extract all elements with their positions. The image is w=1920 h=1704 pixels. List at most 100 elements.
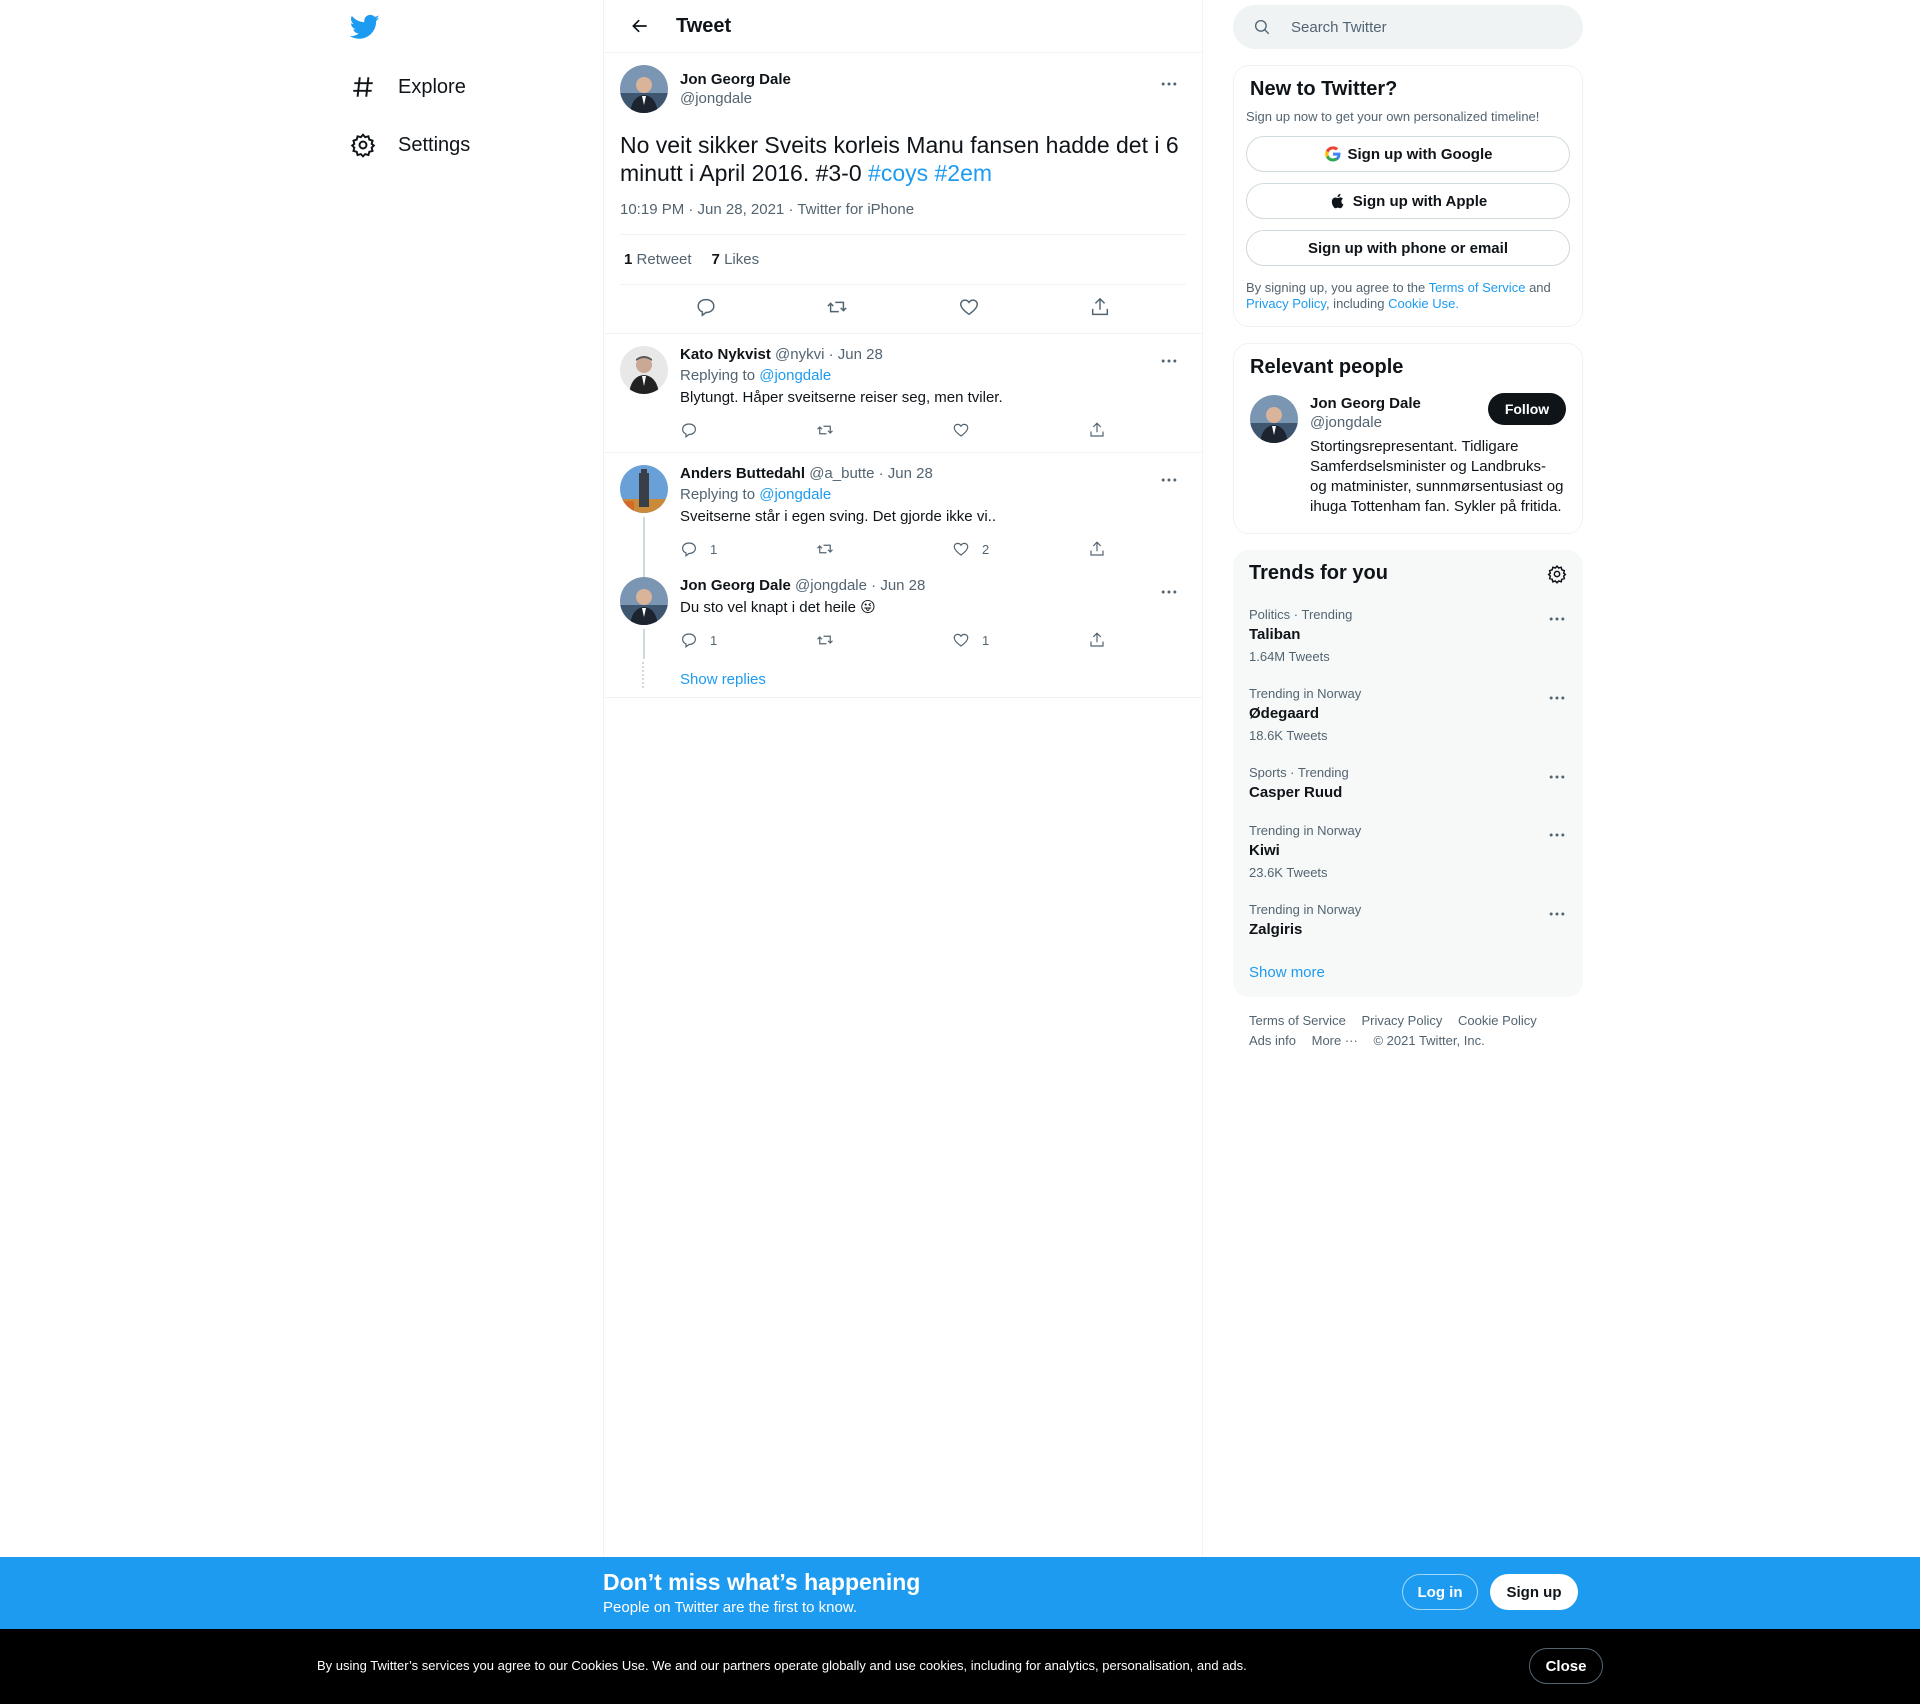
trend-meta: Trending in Norway [1249, 902, 1362, 917]
reply-date[interactable]: · Jun 28 [879, 465, 933, 482]
reply-author-handle[interactable]: @jongdale [795, 577, 867, 594]
more-options-button[interactable] [1152, 67, 1186, 101]
trends-card: Trends for you Politics · Trending Talib… [1233, 550, 1583, 997]
avatar[interactable] [620, 346, 668, 394]
like-button[interactable]: 1 [952, 631, 1088, 649]
footer-more-button[interactable]: More ··· [1312, 1033, 1358, 1048]
follow-button[interactable]: Follow [1488, 393, 1566, 425]
more-dots-icon[interactable] [1547, 688, 1567, 708]
reply-button[interactable] [695, 296, 717, 323]
more-dots-icon[interactable] [1547, 609, 1567, 629]
trend-item[interactable]: Trending in Norway Zalgiris [1233, 890, 1583, 948]
trend-name: Taliban [1249, 626, 1301, 643]
more-dots-icon[interactable] [1547, 825, 1567, 845]
replying-to-label: Replying to [680, 486, 756, 503]
tweet-actions [620, 285, 1186, 333]
author-handle[interactable]: @jongdale [680, 90, 791, 107]
signup-apple-button[interactable]: Sign up with Apple [1246, 183, 1570, 219]
reply-text: Sveitserne står i egen sving. Det gjorde… [680, 508, 996, 525]
replying-to-link[interactable]: @jongdale [759, 486, 831, 503]
nav-settings[interactable]: Settings [350, 120, 470, 170]
replying-to-link[interactable]: @jongdale [759, 367, 831, 384]
footer-terms-link[interactable]: Terms of Service [1249, 1013, 1346, 1028]
like-button[interactable] [952, 421, 1088, 439]
like-button[interactable] [958, 296, 980, 323]
reply-author-handle[interactable]: @a_butte [809, 465, 874, 482]
retweet-button[interactable] [816, 421, 952, 439]
reply-tweet[interactable]: Kato Nykvist @nykvi · Jun 28 Replying to… [604, 334, 1202, 453]
avatar[interactable] [620, 65, 668, 113]
retweet-button[interactable] [816, 540, 952, 558]
trend-item[interactable]: Trending in Norway Ødegaard 18.6K Tweets [1233, 674, 1583, 753]
footer-cookie-link[interactable]: Cookie Policy [1458, 1013, 1537, 1028]
reply-tweet[interactable]: Jon Georg Dale @jongdale · Jun 28 Du sto… [604, 571, 1202, 662]
reply-date[interactable]: · Jun 28 [829, 346, 883, 363]
retweet-button[interactable] [826, 296, 848, 323]
footer-privacy-link[interactable]: Privacy Policy [1361, 1013, 1442, 1028]
trends-settings-gear-icon[interactable] [1547, 564, 1567, 584]
nav-explore[interactable]: Explore [350, 62, 466, 112]
cookie-close-button[interactable]: Close [1529, 1648, 1603, 1684]
reply-author-handle[interactable]: @nykvi [775, 346, 824, 363]
show-replies-link[interactable]: Show replies [680, 671, 766, 688]
author-name[interactable]: Jon Georg Dale [680, 71, 791, 88]
signup-phone-button[interactable]: Sign up with phone or email [1246, 230, 1570, 266]
relevant-person[interactable]: Jon Georg Dale @jongdale Stortingsrepres… [1234, 379, 1582, 533]
avatar[interactable] [1250, 395, 1298, 443]
avatar[interactable] [620, 577, 668, 625]
more-dots-icon[interactable] [1547, 904, 1567, 924]
hashtag-link[interactable]: #coys [868, 160, 928, 186]
reply-button[interactable] [680, 421, 816, 439]
hashtag-link[interactable]: #2em [935, 160, 993, 186]
more-dots-icon[interactable] [1547, 767, 1567, 787]
signup-button[interactable]: Sign up [1490, 1574, 1578, 1610]
likes-stat[interactable]: 7 Likes [712, 251, 760, 268]
more-options-button[interactable] [1152, 575, 1186, 609]
trend-item[interactable]: Politics · Trending Taliban 1.64M Tweets [1233, 595, 1583, 674]
signup-google-button[interactable]: Sign up with Google [1246, 136, 1570, 172]
reply-author-name[interactable]: Kato Nykvist [680, 346, 771, 363]
show-more-trends-link[interactable]: Show more [1249, 964, 1325, 981]
share-button[interactable] [1088, 631, 1224, 649]
login-button[interactable]: Log in [1402, 1574, 1478, 1610]
reply-icon [697, 298, 715, 317]
cookie-bar: By using Twitter’s services you agree to… [0, 1629, 1920, 1704]
twitter-logo-icon[interactable] [349, 12, 384, 46]
tweet-stats: 1 Retweet 7 Likes [620, 235, 1186, 285]
like-button[interactable]: 2 [952, 540, 1088, 558]
trend-item[interactable]: Sports · Trending Casper Ruud [1233, 753, 1583, 811]
share-button[interactable] [1089, 296, 1111, 323]
reply-date[interactable]: · Jun 28 [871, 577, 925, 594]
cookie-link[interactable]: Cookie Use. [1388, 296, 1459, 311]
reply-button[interactable]: 1 [680, 540, 816, 558]
likes-count: 7 [711, 251, 720, 268]
trend-name: Zalgiris [1249, 921, 1303, 938]
banner-title: Don’t miss what’s happening [603, 1569, 921, 1595]
retweet-button[interactable] [816, 631, 952, 649]
reply-tweet[interactable]: Anders Buttedahl @a_butte · Jun 28 Reply… [604, 453, 1202, 577]
terms-link[interactable]: Terms of Service [1429, 280, 1526, 295]
avatar[interactable] [620, 465, 668, 513]
trend-item[interactable]: Trending in Norway Kiwi 23.6K Tweets [1233, 811, 1583, 890]
reply-icon [682, 542, 696, 557]
back-button[interactable] [612, 0, 668, 53]
legal-prefix: By signing up, you agree to the [1246, 280, 1426, 295]
reply-author-name[interactable]: Jon Georg Dale [680, 577, 791, 594]
share-button[interactable] [1088, 540, 1224, 558]
more-dots-icon [1161, 478, 1177, 482]
trend-meta: Sports · Trending [1249, 765, 1349, 780]
replying-to-label: Replying to [680, 367, 756, 384]
more-options-button[interactable] [1152, 344, 1186, 378]
tweet-header: Tweet [604, 0, 1202, 53]
reply-button[interactable]: 1 [680, 631, 816, 649]
more-dots-icon [1161, 359, 1177, 363]
tweet-timestamp[interactable]: 10:19 PM · Jun 28, 2021 · Twitter for iP… [620, 201, 1186, 235]
more-options-button[interactable] [1152, 463, 1186, 497]
share-button[interactable] [1088, 421, 1224, 439]
footer-ads-link[interactable]: Ads info [1249, 1033, 1296, 1048]
reply-author-name[interactable]: Anders Buttedahl [680, 465, 805, 482]
privacy-link[interactable]: Privacy Policy [1246, 296, 1326, 311]
retweet-stat[interactable]: 1 Retweet [624, 251, 692, 268]
search-input[interactable]: Search Twitter [1233, 5, 1583, 49]
tweet-text: No veit sikker Sveits korleis Manu fanse… [620, 131, 1186, 187]
